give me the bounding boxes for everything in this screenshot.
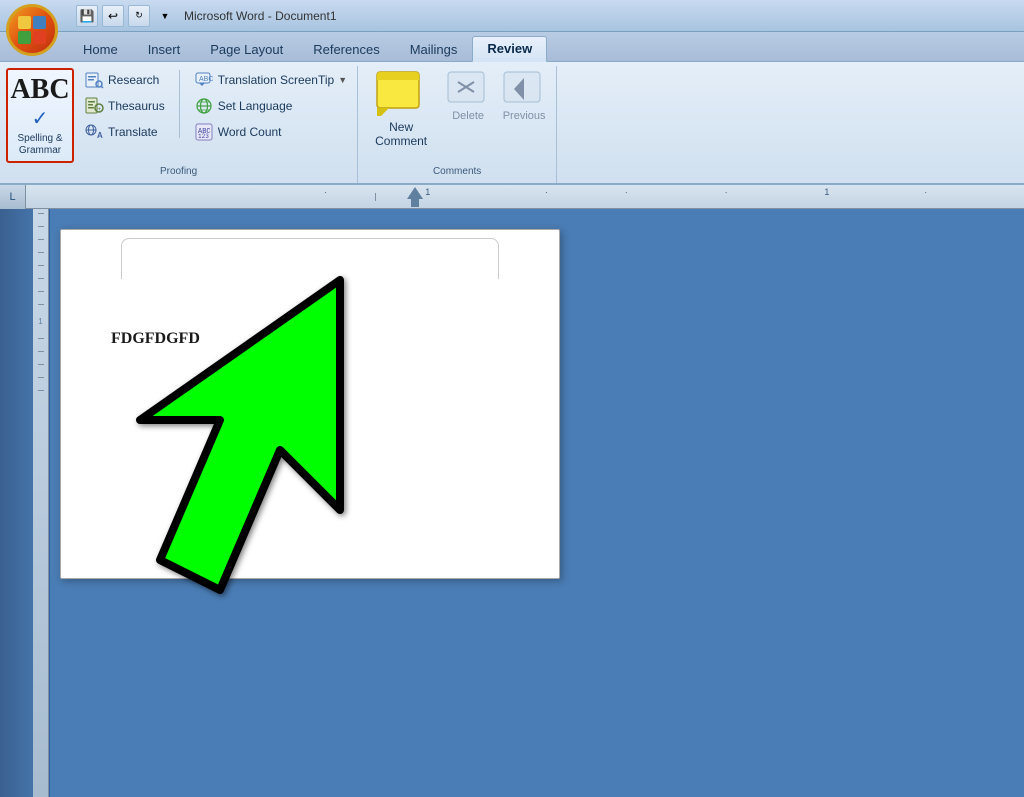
translation-screentip-icon: ABC [194,70,214,90]
tab-pagelayout[interactable]: Page Layout [195,37,298,62]
spelling-grammar-button[interactable]: ABC ✓ Spelling & Grammar [6,68,74,163]
translate-icon: A [84,122,104,142]
svg-text:123: 123 [198,133,209,140]
tab-home[interactable]: Home [68,37,133,62]
translation-tools-group: ABC Translation ScreenTip ▼ [190,68,351,144]
repeat-button[interactable]: ↻ [128,5,150,27]
ribbon-content: ABC ✓ Spelling & Grammar [0,62,1024,183]
tab-references[interactable]: References [298,37,394,62]
vertical-ruler: 1 [33,209,49,797]
new-comment-button[interactable]: NewComment [366,68,436,151]
new-comment-icon [374,70,428,116]
translation-screentip-button[interactable]: ABC Translation ScreenTip ▼ [190,68,351,92]
ruler: L · 1 · · · 1 · [0,185,1024,209]
tab-insert[interactable]: Insert [133,37,196,62]
title-bar: 💾 ↩ ↻ ▼ Microsoft Word - Document1 [0,0,1024,32]
main-area: 1 FDGFDGFD [0,209,1024,797]
research-button[interactable]: Research [80,68,169,92]
office-button[interactable] [6,4,58,56]
word-count-label: Word Count [218,125,282,139]
thesaurus-label: Thesaurus [108,99,165,113]
set-language-label: Set Language [218,99,293,113]
previous-comment-label: Previous [503,110,546,122]
svg-text:A: A [97,131,103,140]
delete-comment-icon [446,70,490,108]
abc-icon: ABC [10,74,69,106]
tab-bar: Home Insert Page Layout References Maili… [0,32,1024,62]
translation-screentip-label: Translation ScreenTip [218,73,335,87]
tab-mailings[interactable]: Mailings [395,37,473,62]
tab-indicator[interactable]: L [0,185,26,209]
document-page[interactable]: FDGFDGFD [60,229,560,579]
sidebar: 1 [0,209,50,797]
new-comment-label: NewComment [375,120,427,149]
svg-text:+: + [98,107,102,113]
research-label: Research [108,73,159,87]
spelling-grammar-label: Spelling & Grammar [17,133,62,157]
undo-button[interactable]: ↩ [102,5,124,27]
document-area: FDGFDGFD [50,209,1024,797]
dropdown-arrow: ▼ [338,75,347,85]
set-language-icon [194,96,214,116]
translate-button[interactable]: A Translate [80,120,169,144]
proofing-tools-group: Research + [80,68,169,144]
research-icon [84,70,104,90]
tab-review[interactable]: Review [472,36,547,62]
save-button[interactable]: 💾 [76,5,98,27]
delete-comment-label: Delete [452,110,484,122]
ribbon: Home Insert Page Layout References Maili… [0,32,1024,185]
delete-comment-button[interactable]: Delete [444,68,492,124]
quick-access-toolbar: 💾 ↩ ↻ ▼ [76,5,176,27]
document-text: FDGFDGFD [111,330,509,348]
checkmark-icon: ✓ [32,106,49,131]
customize-qa-button[interactable]: ▼ [154,5,176,27]
ruler-margin-marker[interactable] [405,185,425,208]
word-count-icon: ABC 123 [194,122,214,142]
thesaurus-icon: + [84,96,104,116]
group-separator [179,70,180,138]
comments-group-label: Comments [366,163,548,181]
translate-label: Translate [108,125,158,139]
previous-comment-button[interactable]: Previous [500,68,548,124]
svg-text:ABC: ABC [199,76,213,83]
word-count-button[interactable]: ABC 123 Word Count [190,120,351,144]
set-language-button[interactable]: Set Language [190,94,351,118]
ruler-marks: · 1 · · · 1 · [26,185,1024,208]
previous-comment-icon [502,70,546,108]
thesaurus-button[interactable]: + Thesaurus [80,94,169,118]
proofing-group-label: Proofing [6,163,351,181]
window-title: Microsoft Word - Document1 [184,9,337,23]
